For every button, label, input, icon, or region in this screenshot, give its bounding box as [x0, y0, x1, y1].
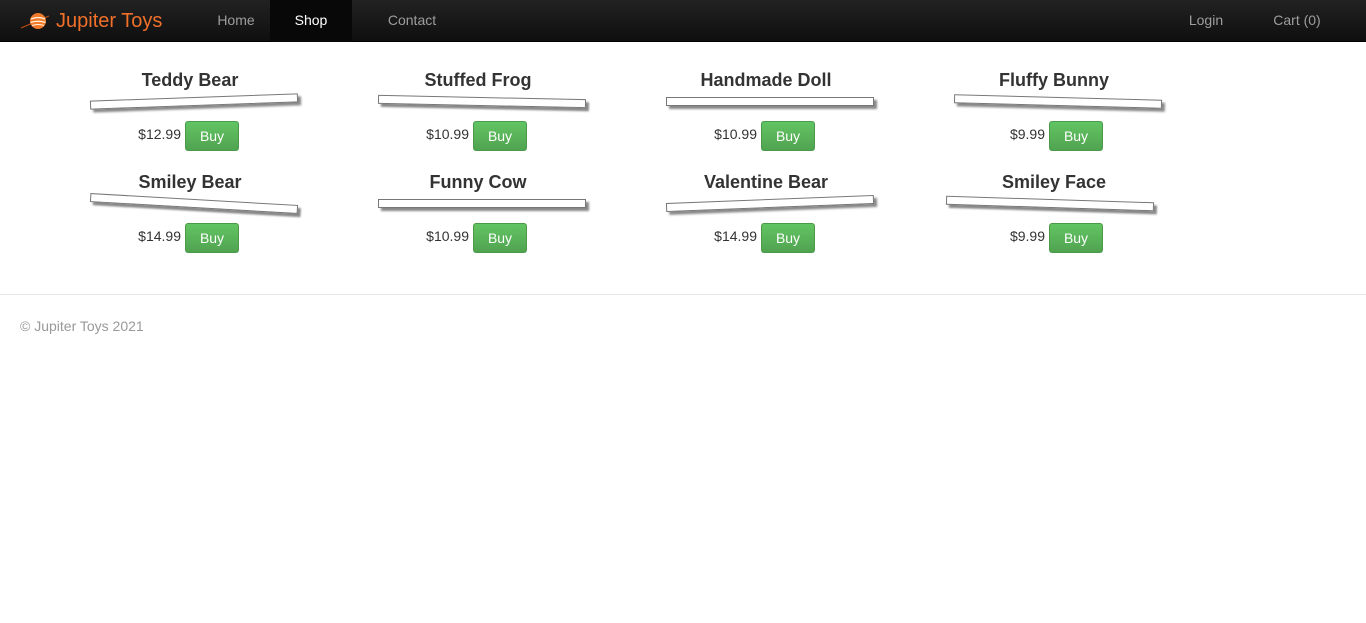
- nav-cart[interactable]: Cart (0): [1258, 0, 1336, 42]
- planet-icon: [20, 13, 50, 29]
- product-price: $10.99: [426, 228, 469, 244]
- buy-button[interactable]: Buy: [473, 223, 527, 253]
- product-price: $10.99: [426, 126, 469, 142]
- buy-button[interactable]: Buy: [185, 121, 239, 151]
- product-image: [378, 199, 586, 208]
- product-title: Smiley Bear: [138, 172, 242, 192]
- buy-button[interactable]: Buy: [185, 223, 239, 253]
- product-image: [666, 97, 874, 106]
- brand-link[interactable]: Jupiter Toys: [20, 0, 162, 42]
- nav-contact[interactable]: Contact: [372, 0, 452, 42]
- product-card: Valentine Bear $14.99 Buy: [646, 171, 886, 261]
- product-card: Fluffy Bunny $9.99 Buy: [934, 69, 1174, 159]
- product-card: Stuffed Frog $10.99 Buy: [358, 69, 598, 159]
- product-image: [89, 93, 299, 110]
- brand-name: Jupiter Toys: [56, 9, 163, 32]
- product-title: Stuffed Frog: [424, 70, 532, 90]
- product-title: Valentine Bear: [703, 172, 829, 192]
- product-card: Smiley Bear $14.99 Buy: [70, 171, 310, 261]
- product-title: Handmade Doll: [700, 70, 832, 90]
- product-title: Funny Cow: [429, 172, 527, 192]
- product-image: [953, 94, 1163, 109]
- product-image: [377, 94, 587, 109]
- nav-login[interactable]: Login: [1174, 0, 1238, 42]
- product-price: $9.99: [1009, 228, 1045, 244]
- nav-shop[interactable]: Shop: [270, 0, 352, 42]
- product-card: Smiley Face $9.99 Buy: [934, 171, 1174, 261]
- top-navbar: Jupiter Toys Home Shop Contact Login Car…: [0, 0, 1366, 42]
- product-card: Handmade Doll $10.99 Buy: [646, 69, 886, 159]
- buy-button[interactable]: Buy: [473, 121, 527, 151]
- product-title: Smiley Face: [1001, 172, 1107, 192]
- product-title: Teddy Bear: [141, 70, 239, 90]
- product-price: $12.99: [138, 126, 181, 142]
- buy-button[interactable]: Buy: [1049, 223, 1103, 253]
- product-price: $10.99: [714, 126, 757, 142]
- product-price: $9.99: [1009, 126, 1045, 142]
- product-card: Teddy Bear $12.99 Buy: [70, 69, 310, 159]
- product-price: $14.99: [714, 228, 757, 244]
- buy-button[interactable]: Buy: [761, 223, 815, 253]
- product-image: [89, 193, 299, 214]
- buy-button[interactable]: Buy: [1049, 121, 1103, 151]
- product-price: $14.99: [138, 228, 181, 244]
- buy-button[interactable]: Buy: [761, 121, 815, 151]
- product-card: Funny Cow $10.99 Buy: [358, 171, 598, 261]
- product-image: [665, 195, 875, 212]
- product-title: Fluffy Bunny: [999, 70, 1109, 90]
- product-image: [945, 195, 1155, 212]
- footer-copyright: © Jupiter Toys 2021: [20, 318, 144, 334]
- footer-divider: [0, 294, 1366, 295]
- nav-home[interactable]: Home: [201, 0, 271, 42]
